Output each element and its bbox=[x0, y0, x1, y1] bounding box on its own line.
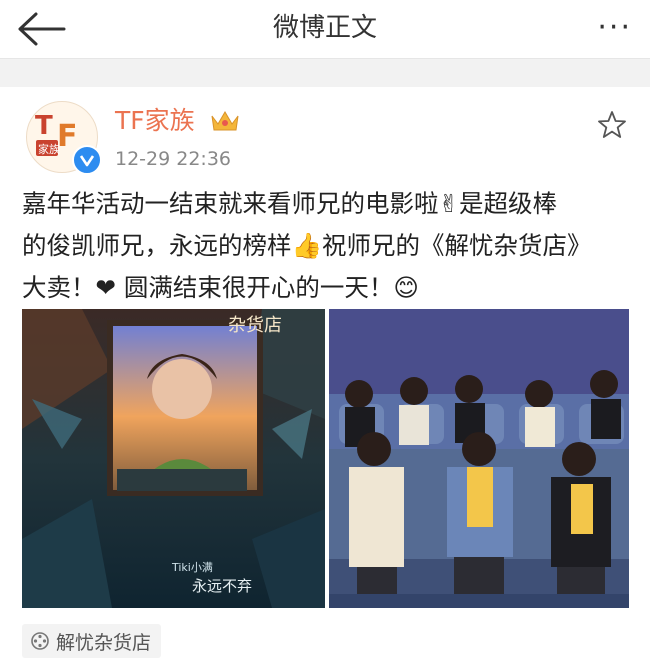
post-timestamp: 12-29 22:36 bbox=[115, 148, 232, 170]
more-options-icon[interactable]: ··· bbox=[597, 12, 632, 44]
section-divider bbox=[0, 58, 650, 87]
svg-text:家族: 家族 bbox=[38, 142, 60, 156]
svg-text:T: T bbox=[35, 111, 53, 141]
verified-badge-icon bbox=[72, 145, 102, 175]
location-tag-label: 解忧杂货店 bbox=[56, 631, 152, 654]
post-image-poster[interactable]: 杂货店 Tiki小满 永远不弃 bbox=[22, 309, 325, 608]
svg-text:F: F bbox=[57, 119, 78, 154]
favorite-star-icon[interactable] bbox=[596, 109, 628, 141]
poster-caption: Tiki小满 bbox=[171, 561, 213, 574]
post-text-line: 的俊凯师兄，永远的榜样👍祝师兄的《解忧杂货店》 bbox=[22, 231, 592, 260]
movie-reel-icon bbox=[31, 632, 49, 650]
post-text-line: 大卖！❤ 圆满结束很开心的一天！😊 bbox=[22, 273, 419, 302]
poster-title: 杂货店 bbox=[228, 315, 282, 336]
crown-icon bbox=[211, 111, 239, 131]
top-bar: 微博正文 ··· bbox=[0, 0, 650, 58]
post-image-cinema[interactable] bbox=[329, 309, 629, 608]
poster-signature: 永远不弃 bbox=[192, 577, 252, 595]
page-title: 微博正文 bbox=[272, 13, 377, 43]
location-tag[interactable]: 解忧杂货店 bbox=[22, 624, 162, 658]
username[interactable]: TF家族 bbox=[115, 105, 195, 137]
post-text-line: 嘉年华活动一结束就来看师兄的电影啦✌是超级棒 bbox=[22, 189, 558, 218]
weibo-post: T F 家族 TF家族 12-29 22:36 嘉年华活动一结束就来看师兄的电影… bbox=[0, 87, 650, 661]
post-text: 嘉年华活动一结束就来看师兄的电影啦✌是超级棒 的俊凯师兄，永远的榜样👍祝师兄的《… bbox=[22, 183, 632, 309]
